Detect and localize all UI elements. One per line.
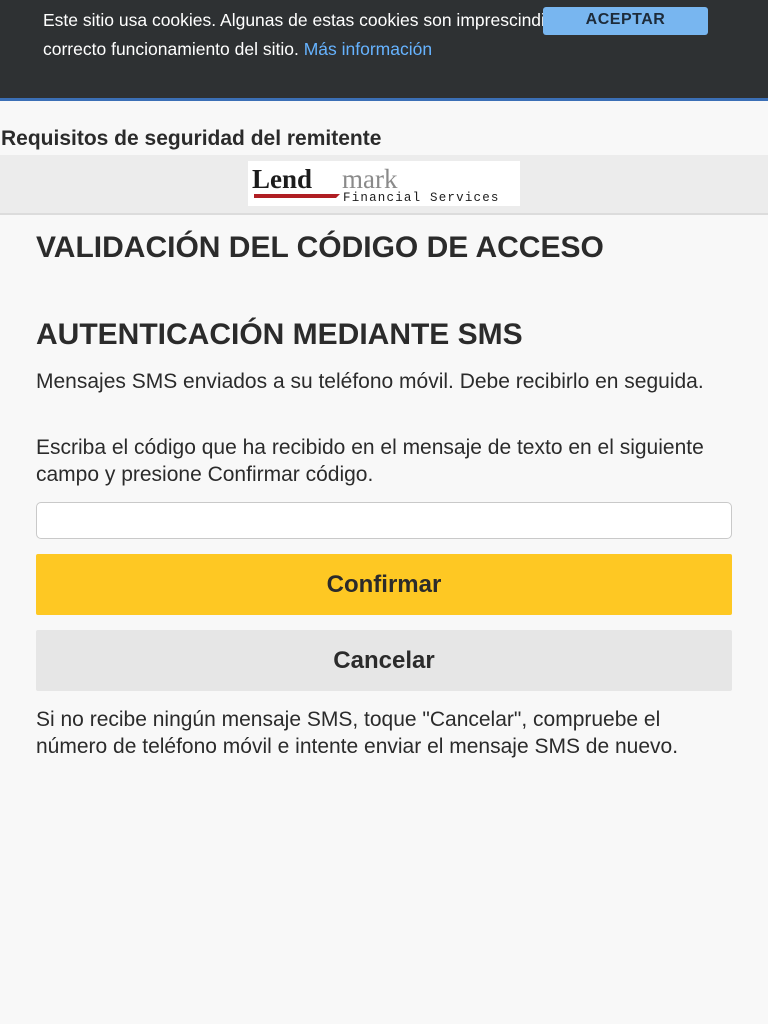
lendmark-logo-graphic: Lend mark Financial Services bbox=[252, 164, 500, 205]
sms-auth-heading: AUTENTICACIÓN MEDIANTE SMS bbox=[36, 318, 523, 351]
svg-text:mark: mark bbox=[342, 164, 398, 194]
accept-cookies-button[interactable]: ACEPTAR bbox=[543, 7, 708, 35]
logo-band: Lend mark Financial Services bbox=[0, 155, 768, 215]
cookie-banner: Este sitio usa cookies. Algunas de estas… bbox=[0, 0, 768, 101]
cancel-button[interactable]: Cancelar bbox=[36, 630, 732, 691]
confirm-button[interactable]: Confirmar bbox=[36, 554, 732, 615]
code-input[interactable] bbox=[36, 502, 732, 539]
sms-sent-text: Mensajes SMS enviados a su teléfono móvi… bbox=[36, 370, 704, 393]
more-info-link[interactable]: Más información bbox=[304, 39, 432, 59]
lendmark-logo: Lend mark Financial Services bbox=[248, 161, 520, 206]
page-title: Requisitos de seguridad del remitente bbox=[1, 127, 382, 150]
validation-heading: VALIDACIÓN DEL CÓDIGO DE ACCESO bbox=[36, 231, 604, 264]
instruction-text: Escriba el código que ha recibido en el … bbox=[36, 436, 704, 486]
svg-text:Lend: Lend bbox=[252, 164, 312, 194]
help-text: Si no recibe ningún mensaje SMS, toque "… bbox=[36, 708, 679, 758]
svg-text:Financial Services: Financial Services bbox=[343, 191, 500, 205]
